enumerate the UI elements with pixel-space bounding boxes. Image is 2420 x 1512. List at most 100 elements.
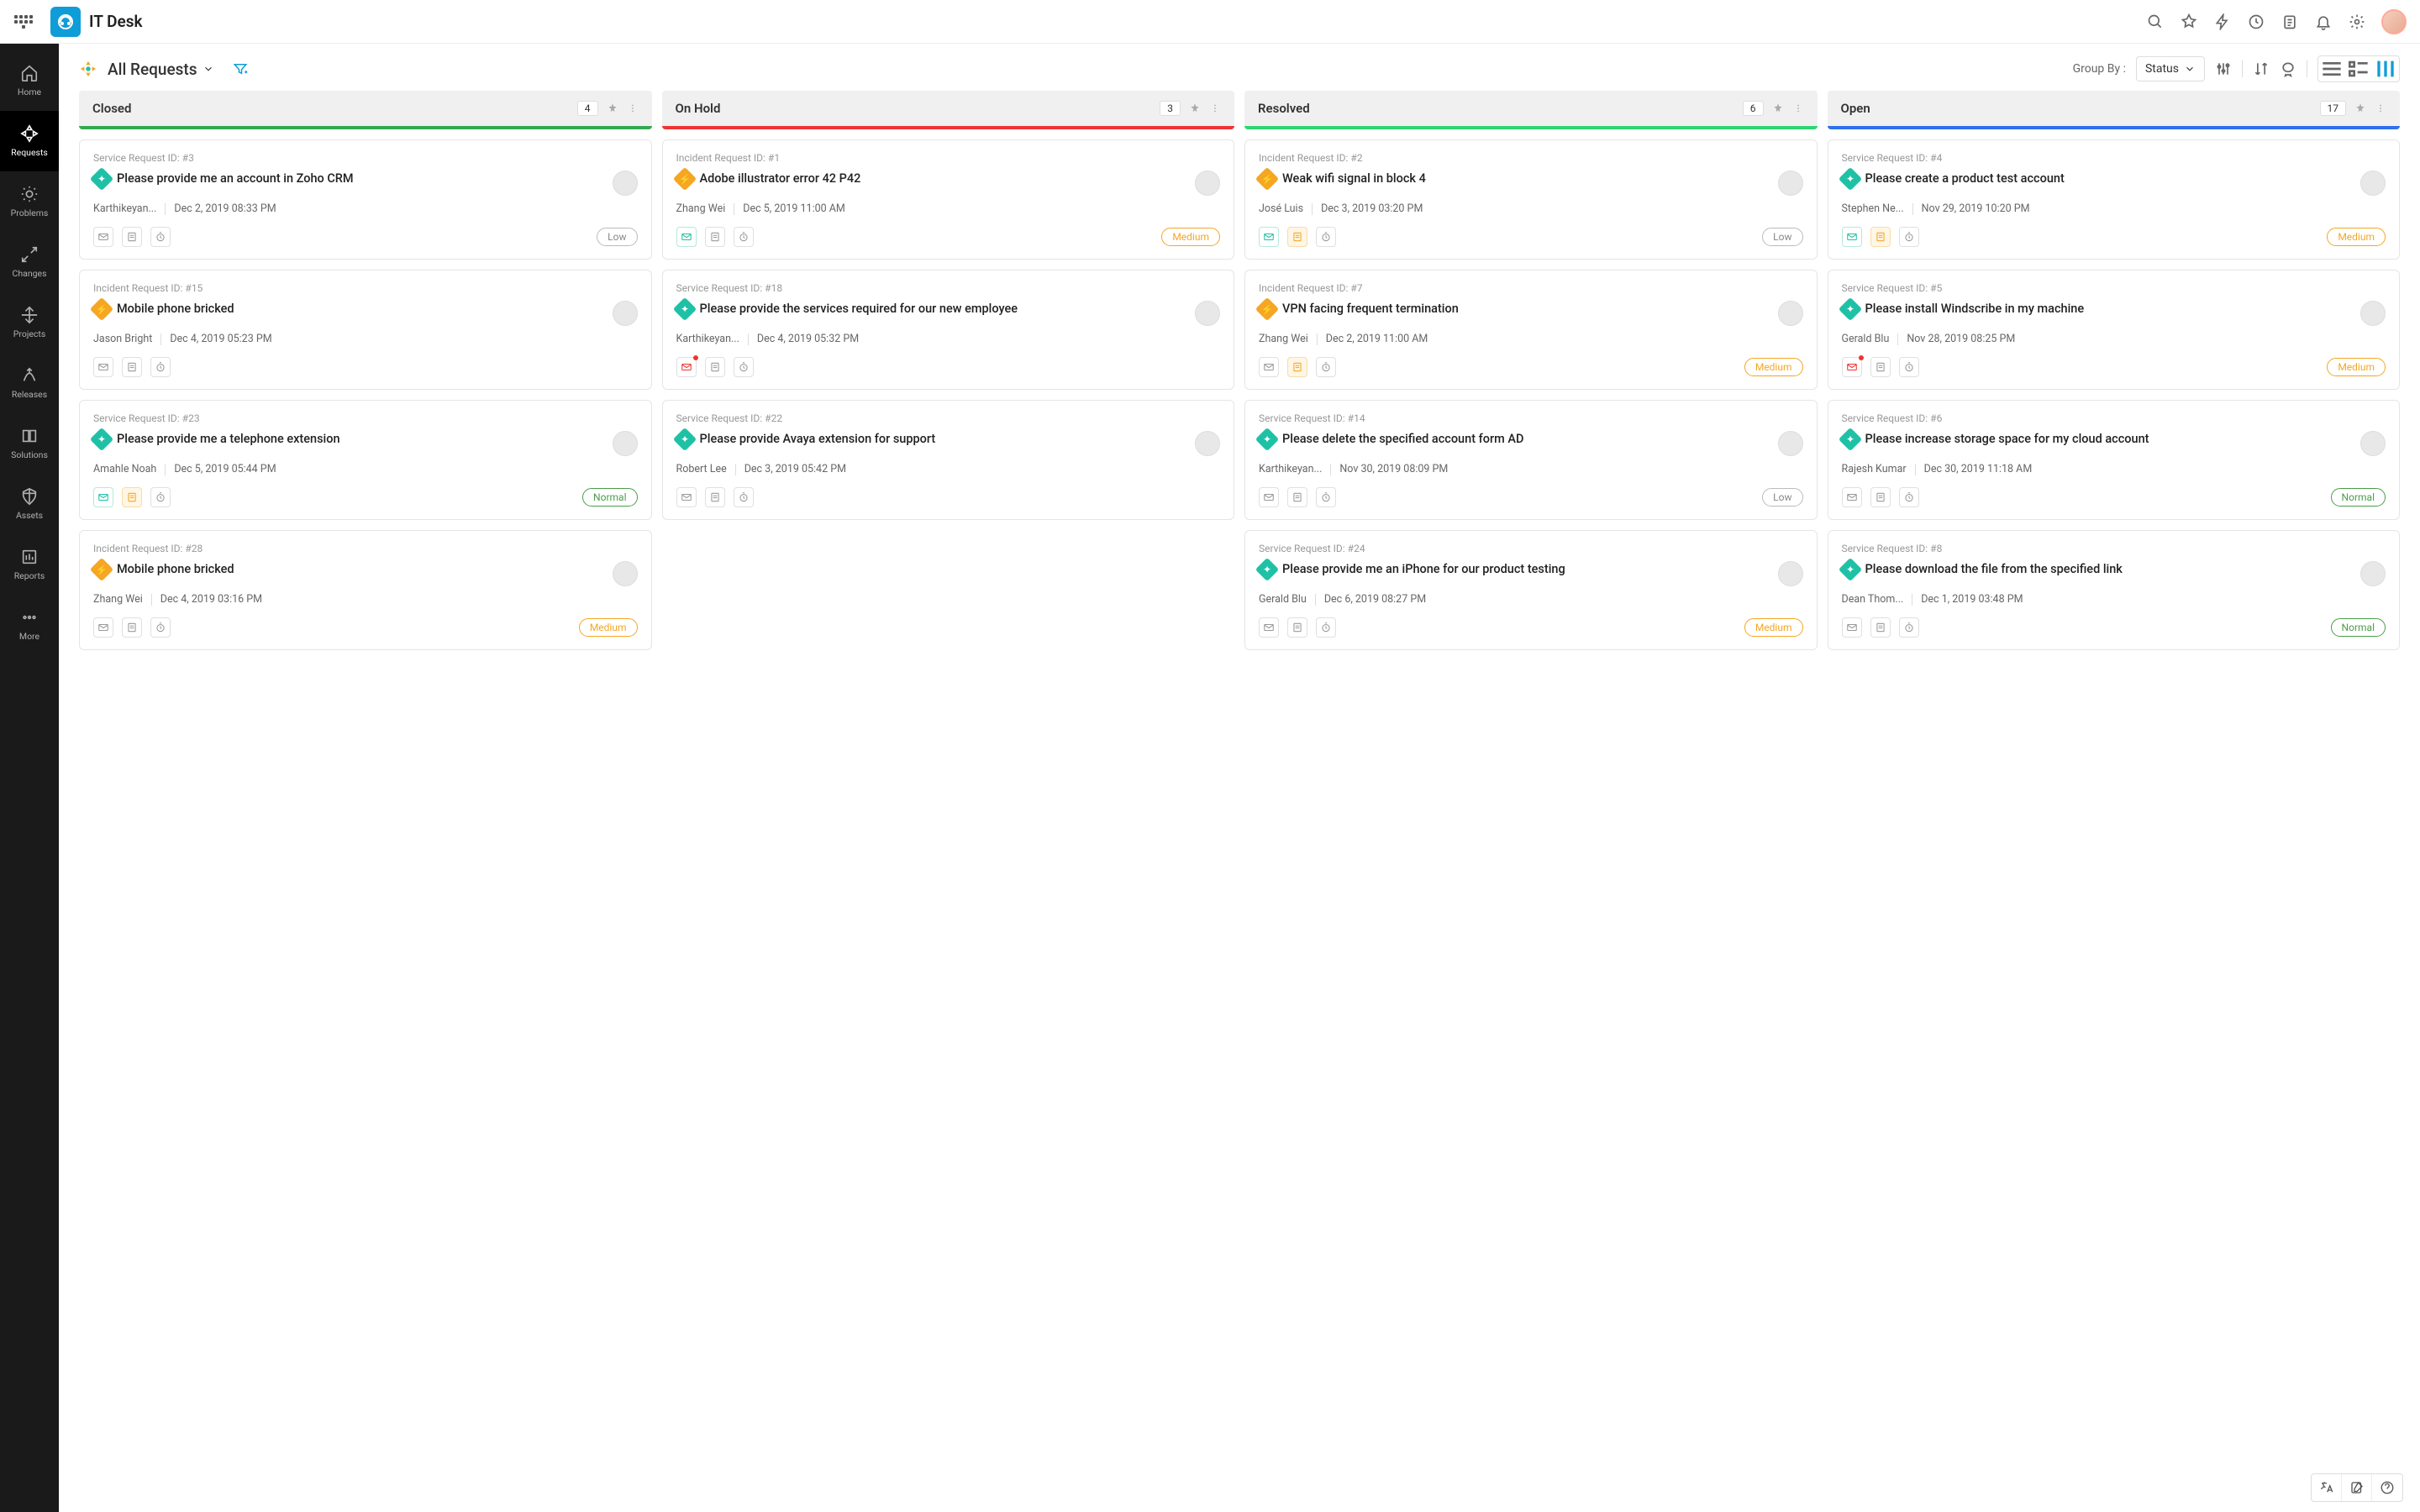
note-icon[interactable] — [1287, 227, 1307, 247]
mail-icon[interactable] — [1842, 227, 1862, 247]
history-icon[interactable] — [2247, 13, 2265, 31]
mail-icon[interactable] — [676, 227, 697, 247]
nav-item-solutions[interactable]: Solutions — [0, 413, 59, 474]
assignee-avatar[interactable] — [1778, 171, 1803, 196]
search-icon[interactable] — [2146, 13, 2165, 31]
nav-item-requests[interactable]: Requests — [0, 111, 59, 171]
assignee-avatar[interactable] — [1778, 431, 1803, 456]
nav-item-home[interactable]: Home — [0, 50, 59, 111]
mail-icon[interactable] — [93, 227, 113, 247]
assignee-avatar[interactable] — [613, 431, 638, 456]
assignee-avatar[interactable] — [1778, 561, 1803, 586]
bolt-icon[interactable] — [2213, 13, 2232, 31]
pin-icon[interactable] — [2180, 13, 2198, 31]
pin-icon[interactable] — [1772, 102, 1784, 114]
nav-item-projects[interactable]: Projects — [0, 292, 59, 353]
note-icon[interactable] — [122, 487, 142, 507]
mail-icon[interactable] — [676, 487, 697, 507]
request-card[interactable]: Service Request ID: #14✦Please delete th… — [1244, 400, 1818, 520]
groupby-select[interactable]: Status — [2136, 56, 2205, 81]
bell-icon[interactable] — [2314, 13, 2333, 31]
note-icon[interactable] — [1287, 357, 1307, 377]
timer-icon[interactable] — [1316, 487, 1336, 507]
clipboard-icon[interactable] — [2281, 13, 2299, 31]
more-icon[interactable] — [2375, 102, 2386, 114]
request-card[interactable]: Service Request ID: #22✦Please provide A… — [662, 400, 1235, 520]
pin-icon[interactable] — [607, 102, 618, 114]
detail-view-button[interactable] — [2345, 56, 2372, 81]
nav-item-reports[interactable]: Reports — [0, 534, 59, 595]
sliders-icon[interactable] — [2215, 60, 2232, 77]
nav-item-changes[interactable]: Changes — [0, 232, 59, 292]
assignee-avatar[interactable] — [2360, 301, 2386, 326]
sort-icon[interactable] — [2253, 60, 2270, 77]
apps-grid-icon[interactable] — [13, 12, 34, 32]
mail-icon[interactable] — [676, 357, 697, 377]
assignee-avatar[interactable] — [2360, 431, 2386, 456]
gear-icon[interactable] — [2348, 13, 2366, 31]
timer-icon[interactable] — [734, 357, 754, 377]
view-title-dropdown[interactable]: All Requests — [108, 60, 214, 79]
assignee-avatar[interactable] — [613, 171, 638, 196]
assignee-avatar[interactable] — [1195, 171, 1220, 196]
timer-icon[interactable] — [150, 617, 171, 638]
assignee-avatar[interactable] — [1778, 301, 1803, 326]
note-icon[interactable] — [122, 357, 142, 377]
assignee-avatar[interactable] — [1195, 431, 1220, 456]
request-card[interactable]: Incident Request ID: #1⚡Adobe illustrato… — [662, 139, 1235, 260]
note-icon[interactable] — [1870, 227, 1891, 247]
timer-icon[interactable] — [1899, 487, 1919, 507]
request-card[interactable]: Service Request ID: #24✦Please provide m… — [1244, 530, 1818, 650]
timer-icon[interactable] — [1899, 227, 1919, 247]
mail-icon[interactable] — [1842, 357, 1862, 377]
pin-icon[interactable] — [2354, 102, 2366, 114]
timer-icon[interactable] — [1899, 617, 1919, 638]
filter-icon[interactable] — [233, 61, 248, 76]
timer-icon[interactable] — [734, 487, 754, 507]
note-icon[interactable] — [1870, 487, 1891, 507]
timer-icon[interactable] — [1316, 227, 1336, 247]
user-avatar[interactable] — [2381, 9, 2407, 34]
note-icon[interactable] — [1287, 487, 1307, 507]
mail-icon[interactable] — [1842, 487, 1862, 507]
compose-icon[interactable] — [2342, 1474, 2372, 1501]
note-icon[interactable] — [1870, 357, 1891, 377]
timer-icon[interactable] — [1899, 357, 1919, 377]
request-card[interactable]: Service Request ID: #6✦Please increase s… — [1828, 400, 2401, 520]
mail-icon[interactable] — [93, 617, 113, 638]
assignee-avatar[interactable] — [1195, 301, 1220, 326]
note-icon[interactable] — [1870, 617, 1891, 638]
timer-icon[interactable] — [734, 227, 754, 247]
request-card[interactable]: Service Request ID: #3✦Please provide me… — [79, 139, 652, 260]
mail-icon[interactable] — [1259, 227, 1279, 247]
assignee-avatar[interactable] — [613, 301, 638, 326]
timer-icon[interactable] — [150, 227, 171, 247]
request-card[interactable]: Service Request ID: #8✦Please download t… — [1828, 530, 2401, 650]
more-icon[interactable] — [1792, 102, 1804, 114]
request-card[interactable]: Service Request ID: #4✦Please create a p… — [1828, 139, 2401, 260]
note-icon[interactable] — [122, 227, 142, 247]
flag-icon[interactable] — [2280, 60, 2296, 77]
request-card[interactable]: Incident Request ID: #28⚡Mobile phone br… — [79, 530, 652, 650]
note-icon[interactable] — [705, 487, 725, 507]
note-icon[interactable] — [1287, 617, 1307, 638]
translate-icon[interactable] — [2312, 1474, 2342, 1501]
assignee-avatar[interactable] — [2360, 171, 2386, 196]
mail-icon[interactable] — [1842, 617, 1862, 638]
more-icon[interactable] — [627, 102, 639, 114]
mail-icon[interactable] — [1259, 487, 1279, 507]
request-card[interactable]: Incident Request ID: #7⚡VPN facing frequ… — [1244, 270, 1818, 390]
request-card[interactable]: Incident Request ID: #15⚡Mobile phone br… — [79, 270, 652, 390]
mail-icon[interactable] — [93, 357, 113, 377]
timer-icon[interactable] — [150, 487, 171, 507]
nav-item-releases[interactable]: Releases — [0, 353, 59, 413]
note-icon[interactable] — [122, 617, 142, 638]
timer-icon[interactable] — [150, 357, 171, 377]
assignee-avatar[interactable] — [613, 561, 638, 586]
nav-item-problems[interactable]: Problems — [0, 171, 59, 232]
assignee-avatar[interactable] — [2360, 561, 2386, 586]
timer-icon[interactable] — [1316, 617, 1336, 638]
nav-item-more[interactable]: More — [0, 595, 59, 655]
list-view-button[interactable] — [2318, 56, 2345, 81]
pin-icon[interactable] — [1189, 102, 1201, 114]
